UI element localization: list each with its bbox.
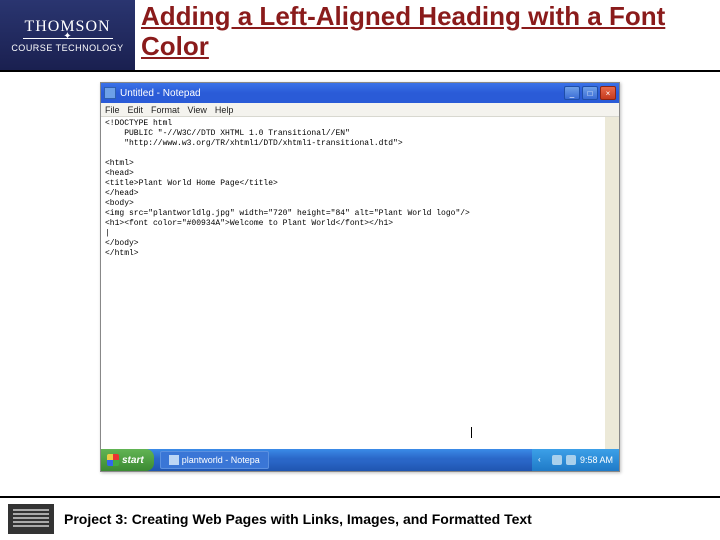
slide-title: Adding a Left-Aligned Heading with a Fon… (141, 2, 714, 62)
close-button[interactable]: × (600, 86, 616, 100)
notepad-taskbar-icon (169, 455, 179, 465)
menu-help[interactable]: Help (215, 105, 234, 115)
scroll-up-icon[interactable]: ▴ (605, 117, 619, 131)
notepad-menubar: File Edit Format View Help (101, 103, 619, 117)
taskbar-item-notepad[interactable]: plantworld - Notepa (160, 451, 269, 469)
slide-header: THOMSON COURSE TECHNOLOGY Adding a Left-… (0, 0, 720, 72)
maximize-button[interactable]: □ (582, 86, 598, 100)
tray-icon-1[interactable] (552, 455, 562, 465)
menu-view[interactable]: View (188, 105, 207, 115)
series-logo (8, 504, 54, 534)
brand-divider (23, 38, 113, 39)
notepad-window-title: Untitled - Notepad (120, 88, 564, 99)
notepad-window: Untitled - Notepad _ □ × File Edit Forma… (100, 82, 620, 472)
slide-footer: Project 3: Creating Web Pages with Links… (0, 496, 720, 540)
menu-file[interactable]: File (105, 105, 120, 115)
system-tray[interactable]: ‹ 9:58 AM (532, 449, 619, 471)
slide-body: Untitled - Notepad _ □ × File Edit Forma… (0, 72, 720, 496)
taskbar-item-label: plantworld - Notepa (182, 455, 260, 465)
text-caret (471, 427, 472, 438)
tray-expand-icon[interactable]: ‹ (538, 455, 548, 465)
footer-text: Project 3: Creating Web Pages with Links… (64, 511, 532, 527)
notepad-text-area[interactable]: <!DOCTYPE html PUBLIC "-//W3C//DTD XHTML… (101, 117, 619, 449)
scroll-down-icon[interactable]: ▾ (605, 435, 619, 449)
notepad-titlebar[interactable]: Untitled - Notepad _ □ × (101, 83, 619, 103)
tray-icon-2[interactable] (566, 455, 576, 465)
start-button[interactable]: start (101, 449, 154, 471)
windows-taskbar: start plantworld - Notepa ‹ 9:58 AM (101, 449, 619, 471)
brand-line2: COURSE TECHNOLOGY (11, 43, 123, 53)
windows-logo-icon (107, 454, 119, 466)
minimize-button[interactable]: _ (564, 86, 580, 100)
menu-edit[interactable]: Edit (128, 105, 144, 115)
notepad-app-icon (104, 87, 116, 99)
menu-format[interactable]: Format (151, 105, 180, 115)
title-area: Adding a Left-Aligned Heading with a Fon… (135, 0, 720, 64)
start-label: start (122, 455, 144, 466)
brand-logo: THOMSON COURSE TECHNOLOGY (0, 0, 135, 70)
tray-clock[interactable]: 9:58 AM (580, 455, 613, 465)
